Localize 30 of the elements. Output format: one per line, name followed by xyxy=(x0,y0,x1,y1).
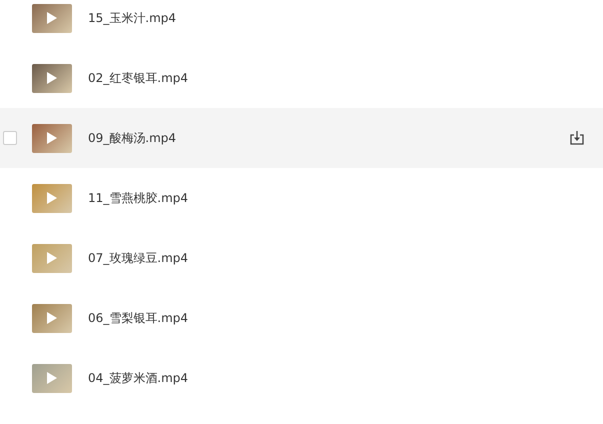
file-name[interactable]: 06_雪梨银耳.mp4 xyxy=(88,310,188,326)
download-icon[interactable] xyxy=(569,130,585,146)
video-thumbnail[interactable] xyxy=(32,304,72,332)
file-row[interactable]: 09_酸梅汤.mp4 xyxy=(0,108,603,168)
video-thumbnail[interactable] xyxy=(32,364,72,392)
video-thumbnail[interactable] xyxy=(32,244,72,272)
video-thumbnail[interactable] xyxy=(32,64,72,92)
play-icon xyxy=(47,252,57,264)
play-icon xyxy=(47,372,57,384)
file-row[interactable]: 15_玉米汁.mp4 xyxy=(0,0,603,48)
file-row[interactable]: 06_雪梨银耳.mp4 xyxy=(0,288,603,348)
video-thumbnail[interactable] xyxy=(32,124,72,152)
file-name[interactable]: 04_菠萝米酒.mp4 xyxy=(88,370,188,386)
video-thumbnail[interactable] xyxy=(32,184,72,212)
play-icon xyxy=(47,72,57,84)
play-icon xyxy=(47,312,57,324)
file-name[interactable]: 15_玉米汁.mp4 xyxy=(88,10,176,26)
file-row[interactable]: 02_红枣银耳.mp4 xyxy=(0,48,603,108)
video-thumbnail[interactable] xyxy=(32,4,72,32)
file-row[interactable]: 07_玫瑰绿豆.mp4 xyxy=(0,228,603,288)
file-row[interactable]: 11_雪燕桃胶.mp4 xyxy=(0,168,603,228)
checkbox[interactable] xyxy=(3,131,17,145)
file-name[interactable]: 07_玫瑰绿豆.mp4 xyxy=(88,250,188,266)
file-name[interactable]: 02_红枣银耳.mp4 xyxy=(88,70,188,86)
play-icon xyxy=(47,132,57,144)
play-icon xyxy=(47,192,57,204)
file-row[interactable]: 04_菠萝米酒.mp4 xyxy=(0,348,603,408)
file-name[interactable]: 11_雪燕桃胶.mp4 xyxy=(88,190,188,206)
file-name[interactable]: 09_酸梅汤.mp4 xyxy=(88,130,176,146)
play-icon xyxy=(47,12,57,24)
